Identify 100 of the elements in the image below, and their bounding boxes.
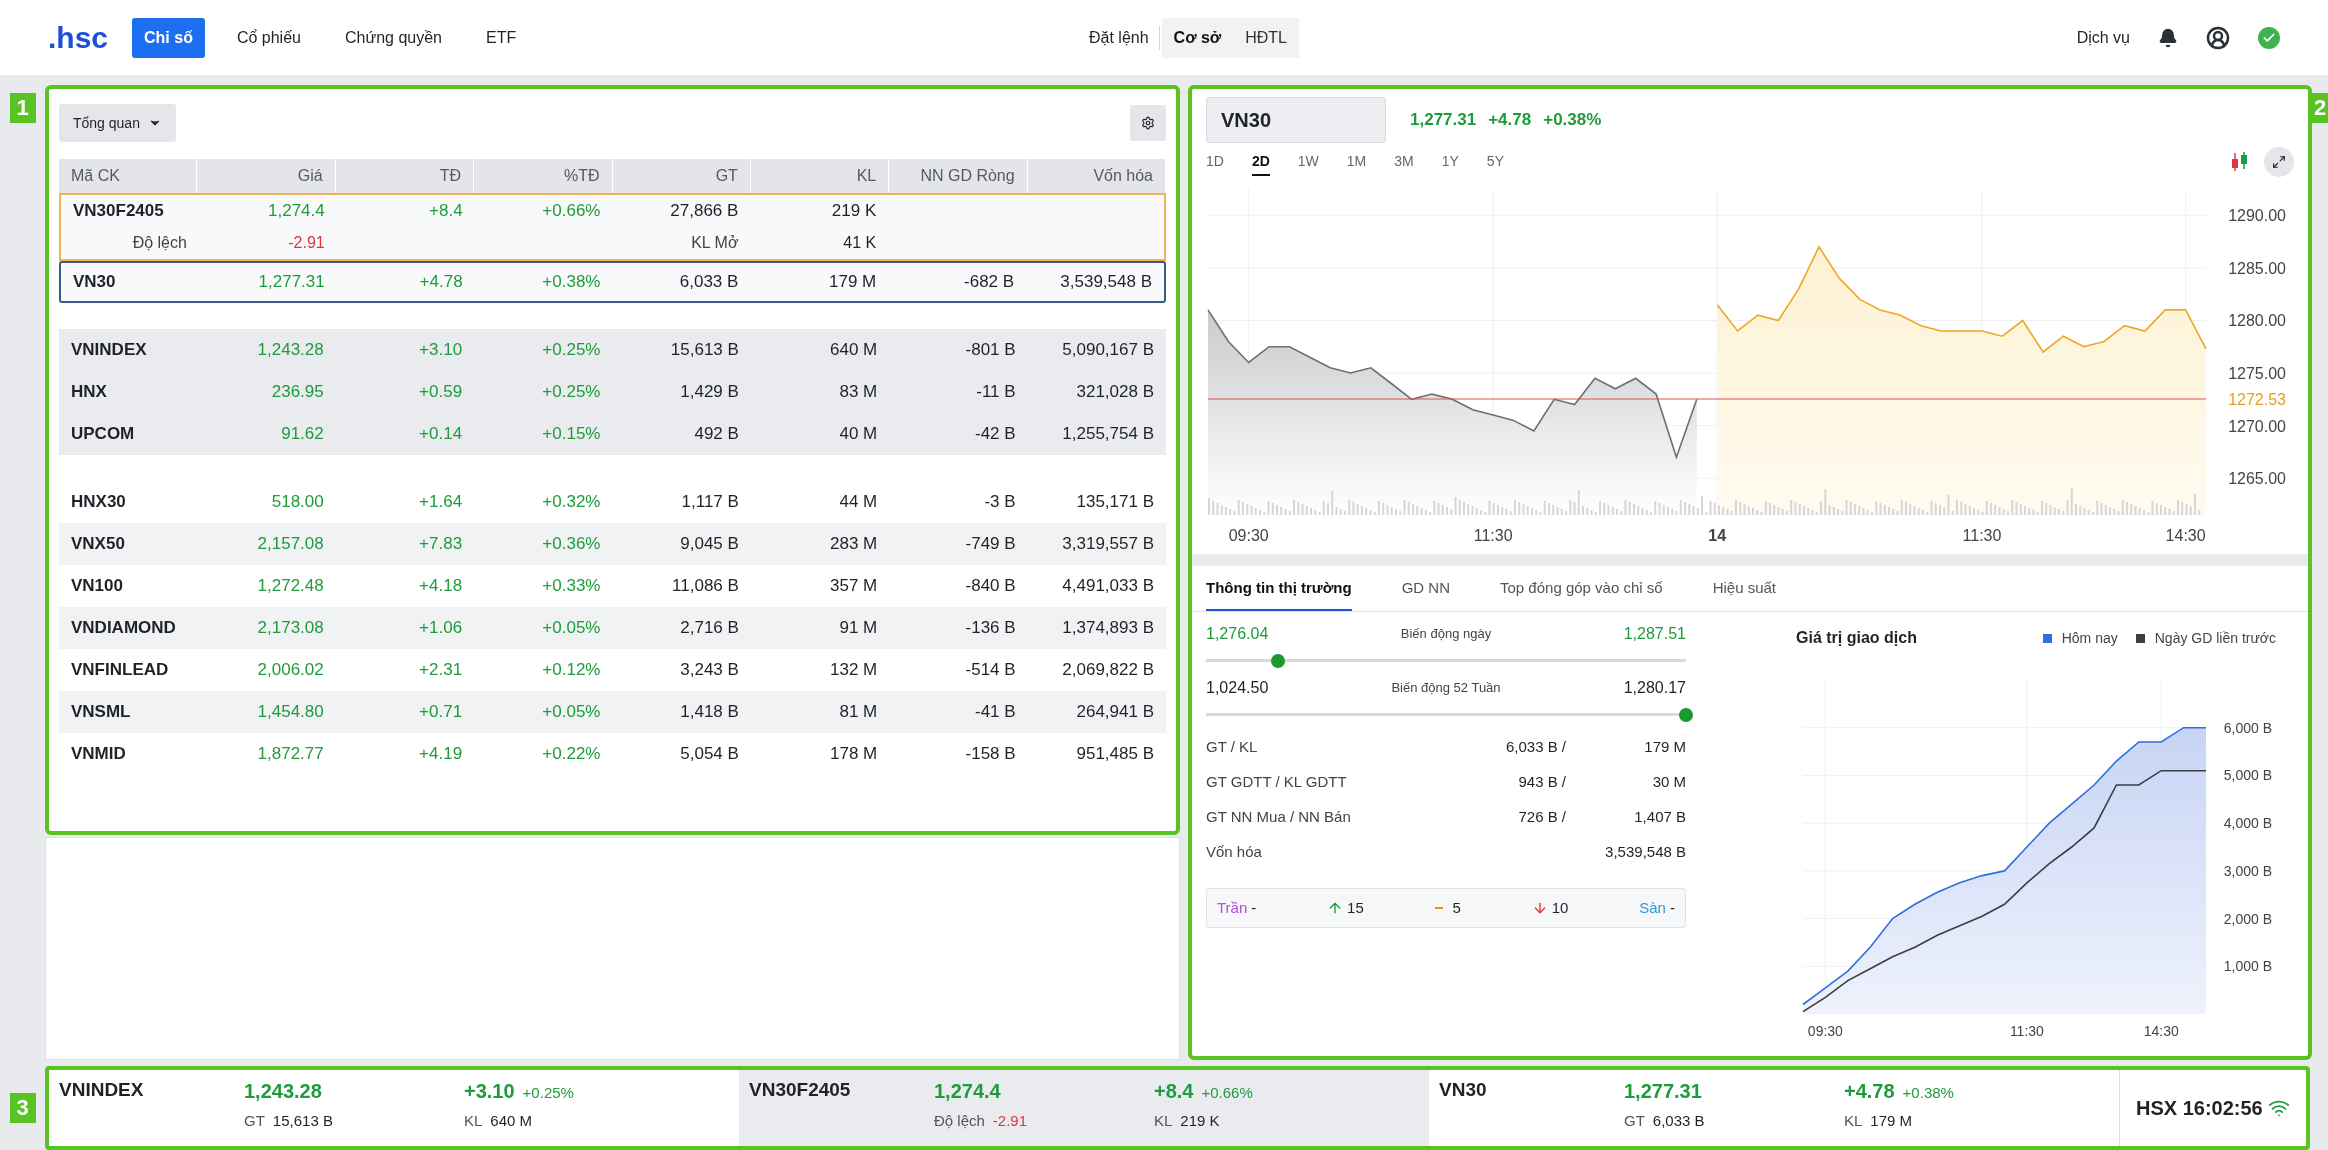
table-cell-text: +0.15% <box>541 423 602 446</box>
expand-button[interactable] <box>2264 147 2294 177</box>
stat-label: Vốn hóa <box>1206 842 1263 863</box>
table-cell-text: +7.83 <box>418 533 464 556</box>
ticker-sub-value: -2.91 <box>992 1111 1028 1131</box>
view-dropdown[interactable]: Tổng quan <box>59 104 176 142</box>
nav-tab[interactable]: Cổ phiếu <box>224 17 313 58</box>
ticker-name: VN30F2405 <box>749 1078 852 1102</box>
range-tab[interactable]: 2D <box>1251 148 1270 176</box>
stat-label: GT NN Mua / NN Bán <box>1206 807 1352 828</box>
nav-link[interactable]: Đặt lệnh <box>1089 25 1160 50</box>
breadth-label: Sàn <box>1639 897 1666 918</box>
ticker-name: VNINDEX <box>59 1078 145 1102</box>
market-tab[interactable]: HĐTL <box>1233 17 1299 58</box>
table-cell-text: -840 B <box>964 575 1017 598</box>
table-cell-text: +0.05% <box>541 617 602 640</box>
range-tab[interactable]: 3M <box>1394 148 1414 176</box>
ticker-sub-label: KL <box>464 1111 483 1131</box>
breadth-count: 5 <box>1452 897 1461 918</box>
table-row[interactable]: VNX50 2,157.08 +7.83 +0.36% 9,045 B 283 M -749 B 3,319,557 B <box>59 523 1166 565</box>
ticker-change-percent: +0.66% <box>1201 1083 1253 1103</box>
table-cell-text: 40 M <box>838 423 879 446</box>
table-row[interactable]: VNINDEX 1,243.28 +3.10 +0.25% 15,613 B 640 M -801 B 5,090,167 B <box>59 329 1166 371</box>
table-cell-text: 44 M <box>838 491 879 514</box>
table-cell-text: 1,454.80 <box>256 701 325 724</box>
nav-tab[interactable]: ETF <box>473 17 529 58</box>
table-cell-text: +0.33% <box>541 575 602 598</box>
stat-value: 726 B / <box>1517 807 1566 828</box>
table-cell-text: 357 M <box>829 575 879 598</box>
table-row[interactable]: VNDIAMOND 2,173.08 +1.06 +0.05% 2,716 B 91 M -136 B 1,374,893 B <box>59 607 1166 649</box>
nav-tab[interactable]: Chứng quyền <box>332 17 454 58</box>
table-cell-text: HNX <box>70 381 108 404</box>
axis-label: 3,000 B <box>2223 862 2272 879</box>
range-tab[interactable]: 1W <box>1297 148 1319 176</box>
table-cell-text: +0.36% <box>541 533 602 556</box>
table-cell-text: +8.4 <box>428 200 464 223</box>
info-tab[interactable]: Thông tin thị trường <box>1206 576 1352 611</box>
stat-label: GT / KL <box>1206 737 1259 758</box>
ticker-change: +4.78 <box>1844 1079 1895 1104</box>
table-row[interactable]: HNX 236.95 +0.59 +0.25% 1,429 B 83 M -11 B 321,028 B <box>59 371 1166 413</box>
table-cell-text: VNFINLEAD <box>70 659 170 682</box>
table-cell-text: -514 B <box>964 659 1017 682</box>
ticker-price: 1,277.31 <box>1624 1079 1703 1104</box>
info-tab[interactable]: Top đóng góp vào chỉ số <box>1500 576 1663 611</box>
table-cell-text: UPCOM <box>70 423 136 446</box>
axis-label: 1275.00 <box>2228 365 2286 383</box>
info-tab[interactable]: GD NN <box>1401 576 1450 611</box>
table-cell-text: +0.59 <box>418 381 464 404</box>
table-cell-text: +0.12% <box>541 659 602 682</box>
bell-icon[interactable] <box>2158 27 2178 48</box>
nav-link[interactable]: Dịch vụ <box>2076 25 2130 50</box>
info-tab[interactable]: Hiệu suất <box>1712 576 1776 611</box>
table-cell-text: 9,045 B <box>679 533 740 556</box>
symbol-field[interactable]: VN30 <box>1206 97 1386 143</box>
breadth-count: 10 <box>1551 897 1569 918</box>
table-cell-text: 321,028 B <box>1075 381 1155 404</box>
axis-label: 11:30 <box>1962 527 2002 544</box>
callout-badge: 3 <box>9 1093 36 1123</box>
gear-icon <box>1141 116 1155 130</box>
table-cell-text: 640 M <box>829 339 879 362</box>
range-tab[interactable]: 5Y <box>1486 148 1504 176</box>
nav-tab[interactable]: Chỉ số <box>132 17 205 58</box>
range-low: 1,024.50 <box>1206 678 1269 698</box>
stat-value: 6,033 B / <box>1504 737 1566 758</box>
stat-label: GT GDTT / KL GDTT <box>1206 772 1348 793</box>
ticker-price: 1,243.28 <box>244 1079 323 1104</box>
table-cell-text: 3,539,548 B <box>1059 271 1153 294</box>
table-cell-text: -41 B <box>974 701 1017 724</box>
user-icon[interactable] <box>2206 25 2230 50</box>
range-label: Biến động 52 Tuần <box>1391 679 1501 698</box>
table-cell-text: +3.10 <box>418 339 464 362</box>
candlestick-icon[interactable] <box>2230 151 2250 173</box>
table-row[interactable]: VNSML 1,454.80 +0.71 +0.05% 1,418 B 81 M -41 B 264,941 B <box>59 691 1166 733</box>
table-row[interactable]: UPCOM 91.62 +0.14 +0.15% 492 B 40 M -42 B 1,255,754 B <box>59 413 1166 455</box>
table-cell-text: 83 M <box>838 381 879 404</box>
axis-label: 1270.00 <box>2228 417 2286 435</box>
table-cell-text: -136 B <box>964 617 1017 640</box>
stat-value: 30 M <box>1651 772 1686 793</box>
futures-row[interactable]: VN30F2405 1,274.4 +8.4 +0.66% 27,866 B 219 K Độ lệch -2.91 KL Mở 41 K <box>59 193 1166 261</box>
table-row[interactable]: VN30 1,277.31 +4.78 +0.38% 6,033 B 179 M -682 B 3,539,548 B <box>59 261 1166 303</box>
ticker-sub-value: 219 K <box>1180 1111 1220 1131</box>
settings-button[interactable] <box>1130 105 1166 141</box>
ticker-panel[interactable]: VN30F2405 1,274.4 Độ lệch -2.91 +8.4 +0.66% KL 219 K <box>739 1070 1429 1146</box>
table-cell-text: 179 M <box>828 271 878 294</box>
logo[interactable]: .hsc <box>48 15 109 60</box>
check-icon[interactable] <box>2258 26 2280 49</box>
callout-badge: 1 <box>9 93 36 123</box>
table-cell-text: 2,006.02 <box>256 659 325 682</box>
table-cell-text: VN100 <box>70 575 124 598</box>
table-cell-text: +0.22% <box>541 743 602 766</box>
table-cell-text: 264,941 B <box>1075 701 1155 724</box>
axis-label: 14:30 <box>2143 1023 2179 1039</box>
table-cell-text: 3,243 B <box>679 659 740 682</box>
table-cell-text: 27,866 B <box>669 200 740 223</box>
range-tab[interactable]: 1M <box>1346 148 1367 176</box>
index-price: 1,277.31 <box>1410 109 1477 132</box>
range-tab[interactable]: 1Y <box>1441 148 1459 176</box>
market-tab[interactable]: Cơ sở <box>1161 17 1234 58</box>
range-tab[interactable]: 1D <box>1206 148 1224 176</box>
expand-icon <box>2272 155 2286 169</box>
